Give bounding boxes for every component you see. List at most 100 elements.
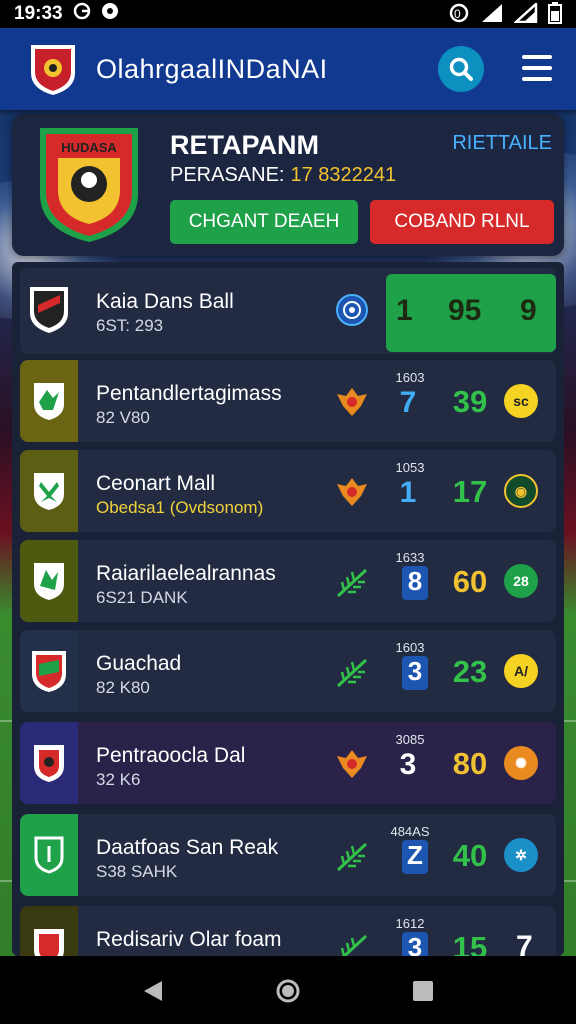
fern-icon [334, 654, 370, 690]
record-icon [101, 2, 119, 26]
score-2: 40 [452, 838, 488, 873]
row-small-number: 3085 [395, 732, 425, 747]
search-button[interactable] [438, 46, 484, 92]
row-team-sub: 82 K80 [96, 678, 150, 697]
recents-icon[interactable] [410, 978, 436, 1004]
list-item[interactable]: Redisariv Olar foam 1612 3 15 7 [20, 906, 556, 956]
eagle-icon [334, 384, 370, 420]
list-item[interactable]: Pentraoocla Dal 32 K6 3085 3 80 ✺ [20, 722, 556, 804]
row-team-name: Daatfoas San Reak [96, 836, 279, 859]
app-title: OlahrgaalINDaNAI [96, 53, 328, 84]
crest-icon [20, 814, 78, 896]
fern-icon [334, 838, 370, 874]
row-team-name: Redisariv Olar foam [96, 928, 282, 951]
team-badge: ◉ [504, 474, 538, 508]
score-1: 3 [399, 748, 417, 781]
score-1: 3 [402, 656, 428, 690]
row-small-number: 1053 [395, 460, 425, 475]
wifi-icon [512, 1, 538, 29]
score-2: 95 [448, 294, 482, 327]
row-team-sub: Obedsa1 (Ovdsonom) [96, 498, 264, 517]
score-2: 23 [452, 654, 488, 689]
fern-icon [334, 930, 370, 956]
team-badge: A/ [504, 654, 538, 688]
list-item[interactable]: Pentandlertagimass 82 V80 1603 7 39 sc [20, 360, 556, 442]
crest-icon [20, 450, 78, 532]
score-3: 7 [516, 930, 533, 956]
row-team-sub: 6S21 DANK [96, 588, 188, 607]
score-3: 9 [520, 294, 537, 327]
search-icon [449, 57, 473, 81]
crest-icon [20, 268, 78, 350]
team-crest-icon: HUDASA [36, 124, 142, 246]
team-subtitle: PERASANE: 17 8322241 [170, 164, 396, 187]
target-icon [334, 292, 370, 328]
team-subtitle-label: PERASANE: [170, 164, 285, 186]
crest-icon [20, 722, 78, 804]
secondary-action-button[interactable]: COBAND RLNL [370, 200, 554, 244]
status-time: 19:33 [14, 3, 63, 24]
nfc-icon: 0 [448, 3, 470, 29]
back-icon[interactable] [140, 978, 166, 1004]
score-2: 15 [452, 930, 488, 956]
list-item[interactable]: Ceonart Mall Obedsa1 (Ovdsonom) 1053 1 1… [20, 450, 556, 532]
score-1: 1 [396, 294, 413, 327]
score-1: 1 [399, 476, 417, 509]
team-card: HUDASA RETAPANM PERASANE: 17 8322241 RIET… [12, 114, 564, 256]
score-2: 60 [452, 564, 488, 599]
eagle-icon [334, 474, 370, 510]
score-1: 3 [402, 932, 428, 956]
row-small-number: 1633 [395, 550, 425, 565]
system-nav-bar [0, 956, 576, 1024]
list-item[interactable]: Daatfoas San Reak S38 SAHK 484AS Z 40 ✲ [20, 814, 556, 896]
list-item[interactable]: Guachad 82 K80 1603 3 23 A/ [20, 630, 556, 712]
row-small-number: 1603 [395, 370, 425, 385]
primary-action-button[interactable]: CHGANT DEAEH [170, 200, 358, 244]
crest-icon [20, 630, 78, 712]
row-team-name: Ceonart Mall [96, 472, 216, 495]
list-item[interactable]: Raiarilaelealrannas 6S21 DANK 1633 8 60 … [20, 540, 556, 622]
team-badge: ✲ [504, 838, 538, 872]
crest-text: HUDASA [61, 140, 117, 155]
home-icon[interactable] [275, 978, 301, 1004]
score-2: 39 [452, 384, 488, 419]
crest-icon [20, 360, 78, 442]
score-2: 17 [452, 474, 488, 509]
app-logo-icon[interactable] [28, 41, 78, 97]
row-team-sub: 32 K6 [96, 770, 141, 789]
score-1: 8 [402, 566, 428, 600]
status-bar: 19:33 0 [0, 0, 576, 28]
score-1: 7 [399, 386, 417, 419]
eagle-icon [334, 746, 370, 782]
row-team-sub: 82 V80 [96, 408, 150, 427]
match-list: Kaia Dans Ball 6ST: 293 1 95 9 Pentandle… [12, 262, 564, 956]
score-1-value: 3 [407, 656, 423, 686]
crest-icon [20, 906, 78, 956]
row-team-name: Pentandlertagimass [96, 382, 282, 405]
row-team-sub: S38 SAHK [96, 862, 178, 881]
score-2: 80 [452, 746, 488, 781]
row-small-number: 484AS [390, 824, 430, 839]
score-1-value: 3 [407, 932, 423, 956]
score-1-value: 8 [407, 566, 423, 596]
team-subtitle-value: 17 8322241 [290, 164, 397, 186]
team-badge: sc [504, 384, 538, 418]
crest-icon [20, 540, 78, 622]
g-icon [73, 2, 91, 26]
svg-text:0: 0 [454, 7, 461, 21]
row-team-name: Kaia Dans Ball [96, 290, 234, 313]
list-item[interactable]: Kaia Dans Ball 6ST: 293 1 95 9 [20, 268, 556, 354]
team-name: RETAPANM [170, 130, 319, 160]
row-team-sub: 6ST: 293 [96, 316, 164, 335]
app-bar: OlahrgaalINDaNAI [0, 28, 576, 110]
score-1-value: Z [407, 840, 423, 870]
row-team-name: Pentraoocla Dal [96, 744, 246, 767]
row-team-name: Raiarilaelealrannas [96, 562, 276, 585]
signal-icon [480, 3, 504, 29]
menu-button[interactable] [522, 55, 552, 83]
fern-icon [334, 564, 370, 600]
team-detail-link[interactable]: RIETTAILE [452, 132, 552, 155]
team-badge: ✺ [504, 746, 538, 780]
team-badge: 28 [504, 564, 538, 598]
battery-icon [548, 2, 562, 30]
